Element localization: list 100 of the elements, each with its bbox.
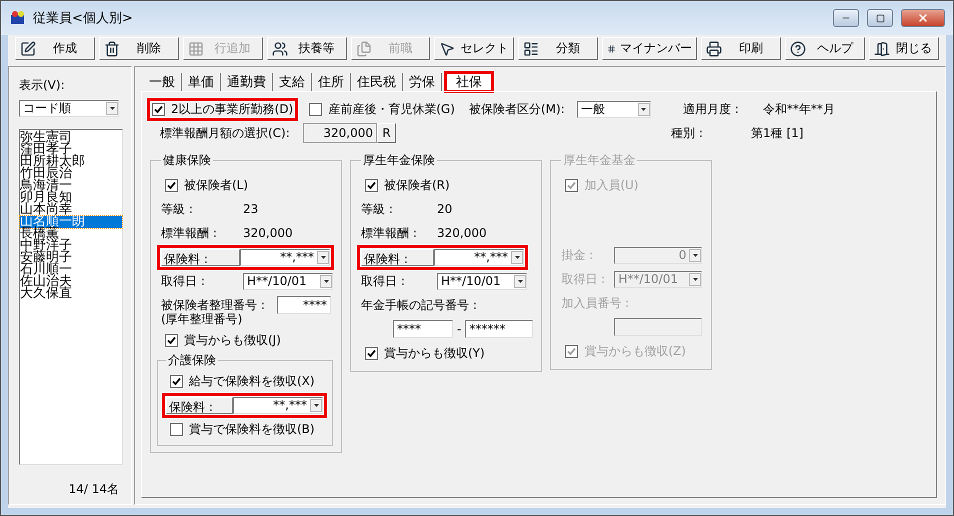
printer-icon: [706, 40, 722, 56]
employee-item[interactable]: 卯月良知: [20, 192, 122, 204]
maximize-button[interactable]: [867, 9, 893, 27]
group-title: 厚生年金基金: [562, 152, 636, 169]
employee-item[interactable]: 佐山治夫: [20, 276, 122, 288]
field-label: 取得日 :: [161, 272, 206, 290]
dropdown[interactable]: H**/10/01: [437, 272, 527, 290]
toolbar-button[interactable]: 扶養等: [266, 37, 346, 60]
input-field[interactable]: ****: [277, 296, 331, 314]
checkbox-label: 2以上の事業所勤務(D): [171, 100, 294, 118]
toolbar-button[interactable]: 印刷: [701, 37, 781, 60]
maximize-icon: [876, 14, 884, 22]
group-title: 厚生年金保険: [362, 152, 436, 169]
checkbox-label: 賞与からも徴収(Y): [384, 344, 485, 362]
employee-item[interactable]: 山本尚幸: [20, 204, 122, 216]
door-icon: [874, 40, 890, 56]
group-title: 介護保険: [167, 352, 217, 369]
field-value: 第1種 [1]: [751, 124, 804, 142]
field-label: 標準報酬 :: [361, 224, 418, 242]
field-label: 種別 :: [671, 124, 704, 142]
dropdown[interactable]: 一般: [576, 100, 651, 118]
field-label: 被保険者区分(M):: [468, 100, 566, 118]
toolbar-button[interactable]: ヘルプ: [785, 37, 865, 60]
field-label: 等級 :: [361, 200, 394, 218]
toolbar-button[interactable]: マイナンバー: [602, 37, 698, 60]
checkbox-label: 賞与からも徴収(Z): [584, 342, 686, 360]
field-label: 標準報酬 :: [161, 224, 218, 242]
amount-dropdown[interactable]: **,***: [233, 396, 323, 414]
toolbar-button[interactable]: 削除: [98, 37, 179, 60]
input-field[interactable]: ******: [465, 320, 534, 338]
app-icon: [9, 10, 27, 26]
employee-item[interactable]: 竹田辰治: [20, 168, 122, 180]
close-icon: [917, 12, 929, 24]
checkbox[interactable]: [165, 178, 178, 192]
list-icon: [523, 40, 540, 56]
employee-item[interactable]: 大久保直: [20, 288, 122, 300]
checkbox-label: 被保険者(R): [384, 176, 450, 194]
employee-item[interactable]: 田所耕太郎: [20, 156, 122, 168]
field-label: 保険料 :: [161, 248, 240, 266]
close-button[interactable]: [901, 9, 945, 27]
checkbox[interactable]: [365, 346, 378, 360]
separator: -: [457, 322, 462, 336]
toolbar-button[interactable]: 作成: [15, 37, 95, 60]
window-title: 従業員<個人別>: [33, 10, 134, 27]
employee-count: 14/ 14名: [68, 481, 120, 498]
toolbar-button[interactable]: 閉じる: [868, 37, 940, 60]
field-label: 加入員番号 :: [561, 294, 630, 312]
checkbox-label: 被保険者(L): [184, 176, 248, 194]
checkbox[interactable]: [365, 178, 378, 192]
field-label: 年金手帳の記号番号 :: [361, 296, 477, 314]
field-label: 取得日 :: [561, 270, 606, 288]
cursor-icon: [439, 40, 456, 56]
checkbox-label: 賞与で保険料を徴収(B): [189, 420, 315, 438]
tab[interactable]: 社保: [446, 73, 492, 91]
input-field[interactable]: ****: [393, 320, 453, 338]
field-label: 取得日 :: [361, 272, 406, 290]
checkbox[interactable]: [309, 102, 322, 116]
checkbox-label: 産前産後・育児休業(G): [328, 100, 455, 118]
field-label: 被保険者整理番号 :: [161, 296, 266, 313]
field-note: (厚年整理番号): [161, 311, 244, 328]
dropdown[interactable]: H**/10/01: [243, 272, 333, 290]
field-value: 23: [243, 202, 258, 216]
documents-icon: [356, 40, 372, 56]
readonly-field: 320,000: [303, 123, 377, 143]
field-value: 320,000: [437, 226, 487, 240]
checkbox-label: 加入員(U): [584, 176, 638, 194]
field-label: 保険料 :: [361, 248, 434, 266]
r-button[interactable]: R: [377, 123, 396, 143]
field-value: 20: [437, 202, 452, 216]
field-label: 保険料 :: [166, 396, 233, 414]
checkbox[interactable]: [170, 422, 183, 436]
group-title: 健康保険: [162, 152, 212, 169]
trash-icon: [104, 40, 120, 56]
employee-item[interactable]: 鳥海清一: [20, 180, 122, 192]
field-value: 320,000: [243, 226, 293, 240]
field-label: 標準報酬月額の選択(C):: [159, 124, 291, 142]
employee-item[interactable]: 石川順一: [20, 264, 122, 276]
checkbox[interactable]: [165, 334, 178, 346]
amount-dropdown[interactable]: **,***: [434, 248, 524, 266]
field-label: 適用月度 :: [682, 100, 740, 118]
pen-icon: [20, 40, 36, 56]
employee-item[interactable]: 長橋薫: [20, 228, 122, 240]
employee-item[interactable]: 弥生憲司: [20, 132, 122, 144]
help-icon: [790, 40, 806, 56]
checkbox-label: 給与で保険料を徴収(X): [189, 372, 315, 390]
checkbox[interactable]: [170, 374, 183, 388]
field-label: 等級 :: [161, 200, 194, 218]
toolbar-button[interactable]: 分類: [518, 37, 598, 60]
amount-dropdown[interactable]: **,***: [240, 248, 330, 266]
grid-icon: [188, 40, 204, 56]
field-label: 掛金 :: [561, 246, 594, 264]
employee-item[interactable]: 安藤明子: [20, 252, 122, 264]
checkbox[interactable]: [152, 102, 165, 116]
field-value: 令和**年**月: [762, 100, 835, 118]
display-label: 表示(V):: [19, 77, 66, 94]
checkbox-label: 賞与からも徴収(J): [184, 332, 281, 348]
minimize-button[interactable]: [833, 9, 859, 27]
sort-dropdown[interactable]: コード順: [19, 100, 119, 117]
employee-item[interactable]: 中野洋子: [20, 240, 122, 252]
toolbar-button[interactable]: セレクト: [434, 37, 514, 60]
